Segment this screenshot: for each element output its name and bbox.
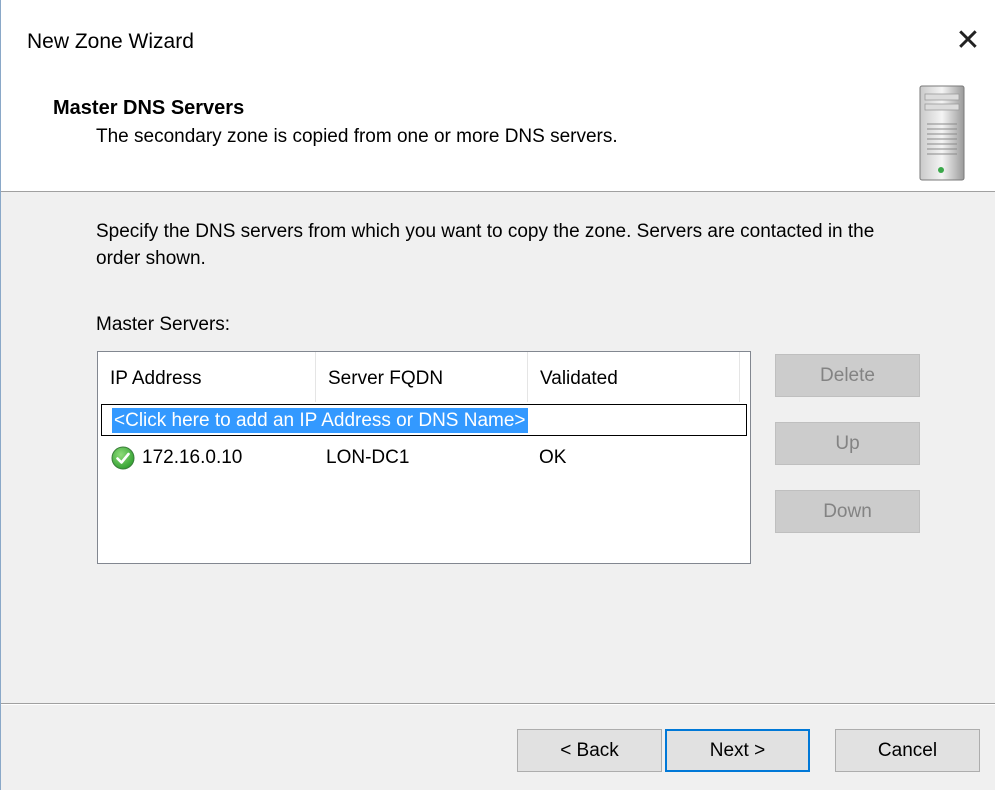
cell-ip-address: 172.16.0.10	[142, 447, 243, 468]
page-title: Master DNS Servers	[53, 97, 245, 119]
add-server-placeholder[interactable]: <Click here to add an IP Address or DNS …	[112, 408, 528, 433]
new-zone-wizard-window: New Zone Wizard ✕ Master DNS Servers The…	[0, 0, 995, 790]
column-header-server-fqdn[interactable]: Server FQDN	[316, 352, 528, 402]
up-button[interactable]: Up	[775, 422, 920, 465]
master-servers-label: Master Servers:	[96, 314, 231, 335]
instructions-text: Specify the DNS servers from which you w…	[96, 221, 875, 269]
down-button[interactable]: Down	[775, 490, 920, 533]
table-row[interactable]: 172.16.0.10 LON-DC1 OK	[98, 442, 750, 474]
close-button[interactable]: ✕	[947, 20, 989, 62]
close-icon: ✕	[955, 24, 981, 57]
list-header: IP Address Server FQDN Validated	[98, 352, 750, 402]
window-title: New Zone Wizard	[27, 30, 194, 53]
next-button[interactable]: Next >	[665, 729, 810, 772]
column-header-ip-address[interactable]: IP Address	[98, 352, 316, 402]
cell-server-fqdn: LON-DC1	[326, 447, 410, 468]
footer-divider-highlight	[1, 704, 995, 705]
column-header-validated[interactable]: Validated	[528, 352, 740, 402]
check-icon	[111, 446, 135, 470]
delete-button[interactable]: Delete	[775, 354, 920, 397]
cell-validated: OK	[539, 447, 567, 468]
wizard-header: Master DNS Servers The secondary zone is…	[1, 84, 995, 192]
server-icon	[919, 85, 965, 181]
back-button[interactable]: < Back	[517, 729, 662, 772]
master-servers-list[interactable]: IP Address Server FQDN Validated <Click …	[97, 351, 751, 564]
cancel-button[interactable]: Cancel	[835, 729, 980, 772]
title-bar: New Zone Wizard ✕	[1, 0, 995, 84]
page-subtitle: The secondary zone is copied from one or…	[96, 126, 618, 147]
add-server-entry[interactable]: <Click here to add an IP Address or DNS …	[101, 404, 747, 436]
